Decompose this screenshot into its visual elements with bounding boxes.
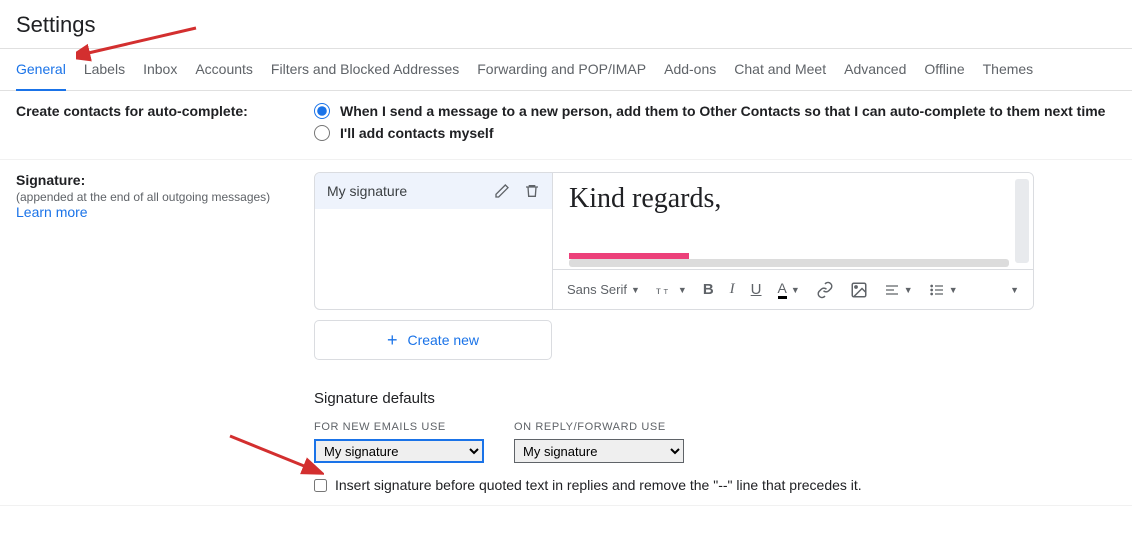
tab-offline[interactable]: Offline [924, 49, 964, 90]
defaults-new-select[interactable]: My signature [314, 439, 484, 463]
create-new-label: Create new [407, 332, 479, 348]
contacts-radio-1[interactable] [314, 103, 330, 119]
italic-button[interactable]: I [730, 281, 735, 298]
trash-icon[interactable] [524, 183, 540, 199]
format-toolbar: Sans Serif ▼ тT ▼ B I U A ▼ [553, 269, 1033, 309]
tab-addons[interactable]: Add-ons [664, 49, 716, 90]
tab-advanced[interactable]: Advanced [844, 49, 906, 90]
scrollbar-vertical[interactable] [1015, 179, 1029, 263]
row-signature: Signature: (appended at the end of all o… [0, 160, 1132, 506]
arrow-annotation-top [76, 22, 206, 62]
signature-label: Signature: [16, 172, 85, 188]
insert-sig-label: Insert signature before quoted text in r… [335, 477, 862, 493]
tab-forwarding[interactable]: Forwarding and POP/IMAP [477, 49, 646, 90]
contacts-label: Create contacts for auto-complete: [16, 103, 314, 147]
defaults-title: Signature defaults [314, 390, 1116, 407]
pencil-icon[interactable] [494, 183, 510, 199]
arrow-annotation-bottom [224, 430, 324, 480]
list-button[interactable]: ▼ [929, 282, 958, 298]
signature-item-name: My signature [327, 183, 407, 199]
text-color-button[interactable]: A ▼ [778, 280, 800, 299]
image-icon[interactable] [850, 281, 868, 299]
tab-chat[interactable]: Chat and Meet [734, 49, 826, 90]
insert-sig-checkbox-row[interactable]: Insert signature before quoted text in r… [314, 477, 1116, 493]
row-contacts: Create contacts for auto-complete: When … [0, 91, 1132, 160]
bold-button[interactable]: B [703, 281, 714, 298]
contacts-opt2[interactable]: I'll add contacts myself [314, 125, 1116, 141]
signature-preview[interactable]: Kind regards, Sans Serif ▼ тT ▼ B I U A … [553, 173, 1033, 309]
svg-text:т: т [656, 284, 661, 296]
learn-more-link[interactable]: Learn more [16, 204, 88, 220]
more-format-button[interactable]: ▼ [1010, 285, 1019, 295]
create-new-button[interactable]: + Create new [314, 320, 552, 360]
contacts-opt1[interactable]: When I send a message to a new person, a… [314, 103, 1116, 119]
defaults-new-label: FOR NEW EMAILS USE [314, 421, 484, 433]
signature-sub: (appended at the end of all outgoing mes… [16, 190, 270, 204]
defaults-reply-label: ON REPLY/FORWARD USE [514, 421, 684, 433]
signature-preview-text: Kind regards, [569, 183, 1017, 215]
link-icon[interactable] [816, 281, 834, 299]
contacts-radio-2[interactable] [314, 125, 330, 141]
contacts-opt2-text: I'll add contacts myself [340, 125, 494, 141]
contacts-opt1-text: When I send a message to a new person, a… [340, 103, 1105, 119]
defaults-reply-select[interactable]: My signature [514, 439, 684, 463]
tab-general[interactable]: General [16, 49, 66, 91]
tab-themes[interactable]: Themes [983, 49, 1034, 90]
scrollbar-horizontal[interactable] [569, 259, 1009, 267]
signature-editor: My signature Kind regards, [314, 172, 1034, 310]
underline-button[interactable]: U [751, 281, 762, 298]
insert-sig-checkbox[interactable] [314, 479, 327, 492]
signature-list: My signature [315, 173, 553, 309]
align-button[interactable]: ▼ [884, 282, 913, 298]
signature-item[interactable]: My signature [315, 173, 552, 209]
font-family-button[interactable]: Sans Serif ▼ [567, 282, 640, 297]
plus-icon: + [387, 331, 398, 349]
svg-text:T: T [663, 286, 668, 295]
font-size-button[interactable]: тT ▼ [656, 283, 687, 297]
tab-filters[interactable]: Filters and Blocked Addresses [271, 49, 459, 90]
